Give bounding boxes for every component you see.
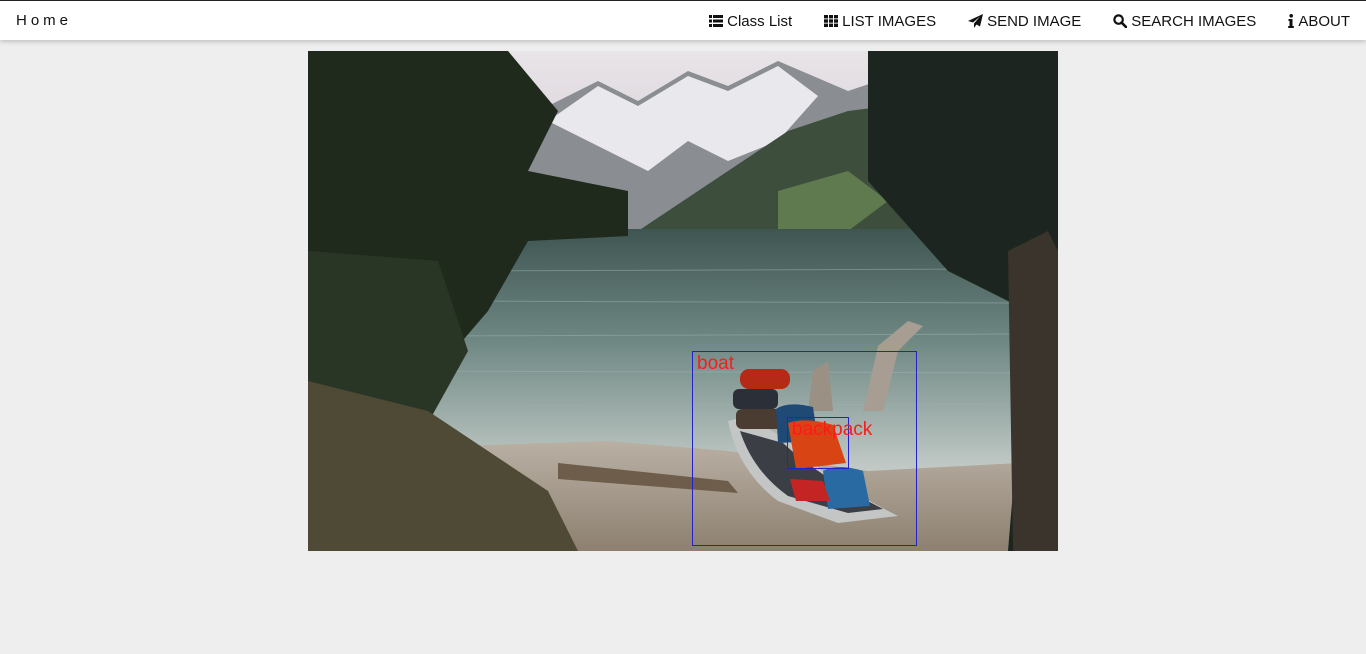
search-icon [1113, 14, 1128, 28]
detection-label-backpack: backpack [792, 419, 873, 440]
nav-item-label: Class List [727, 12, 793, 30]
top-navbar: Home Class List LIST IMAGES SEND IMAGE S… [0, 0, 1366, 40]
home-link[interactable]: Home [16, 12, 72, 29]
nav-item-label: LIST IMAGES [842, 12, 937, 30]
detection-box-backpack: backpack [787, 417, 872, 469]
detection-image: boat backpack [308, 51, 1058, 551]
nav-item-list-images[interactable]: LIST IMAGES [824, 13, 936, 30]
list-icon [709, 15, 724, 27]
nav-item-send-image[interactable]: SEND IMAGE [968, 13, 1081, 30]
nav-item-about[interactable]: ABOUT [1288, 13, 1350, 30]
nav-item-label: SEARCH IMAGES [1131, 12, 1257, 30]
paper-plane-icon [968, 14, 984, 28]
grid-icon [824, 15, 839, 27]
info-icon [1288, 14, 1295, 28]
nav-menu: Class List LIST IMAGES SEND IMAGE SEARCH… [677, 1, 1350, 41]
nav-item-label: ABOUT [1298, 12, 1350, 30]
detection-label-boat: boat [697, 353, 734, 374]
nav-item-search-images[interactable]: SEARCH IMAGES [1113, 13, 1256, 30]
nav-item-class-list[interactable]: Class List [709, 13, 792, 30]
nav-item-label: SEND IMAGE [987, 12, 1082, 30]
lake-canoe-photo [308, 51, 1058, 551]
